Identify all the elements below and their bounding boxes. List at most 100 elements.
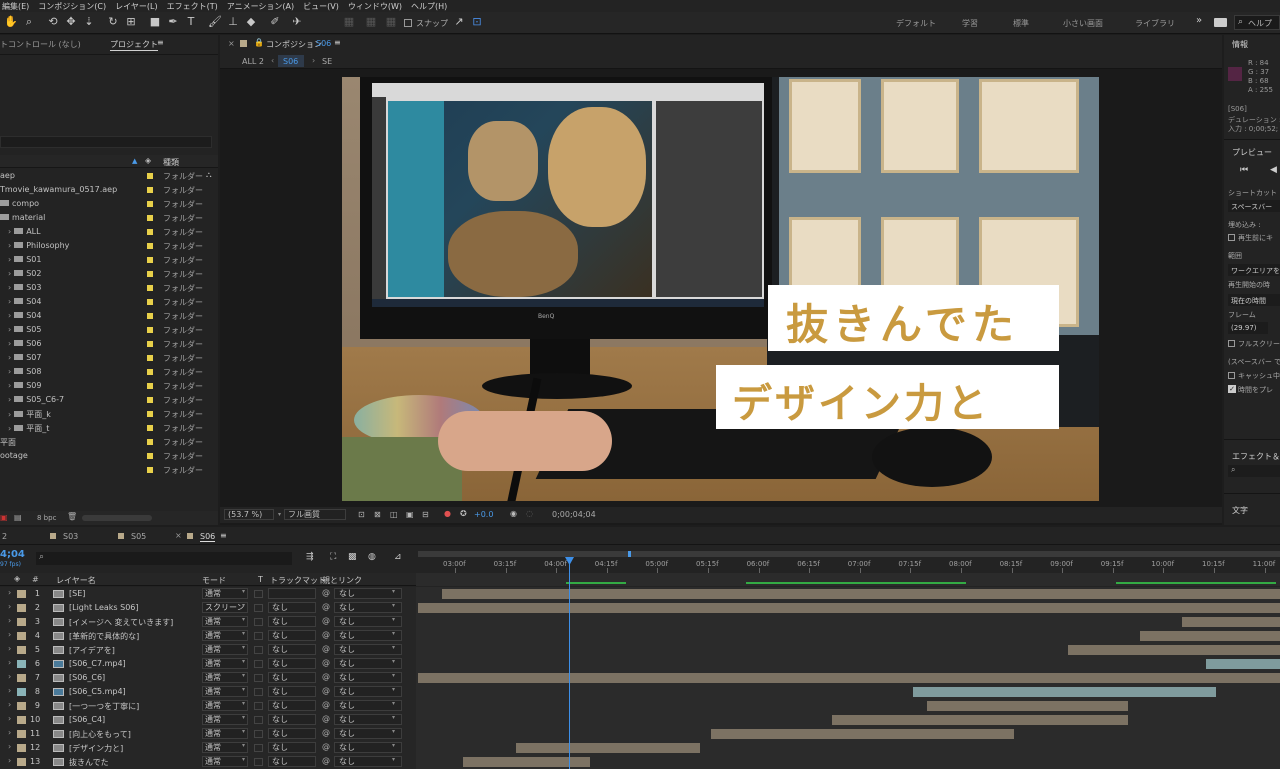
- layer-name[interactable]: [一つ一つを丁寧に]: [69, 701, 139, 712]
- pickwhip-icon[interactable]: @: [322, 742, 330, 751]
- project-item[interactable]: ootage フォルダー: [0, 449, 217, 463]
- menu-item-2[interactable]: レイヤー(L): [115, 1, 157, 12]
- pickwhip-icon[interactable]: @: [322, 630, 330, 639]
- color-management-icon[interactable]: ✪: [460, 509, 467, 518]
- layer-name[interactable]: [S06_C4]: [69, 715, 105, 724]
- layer-name[interactable]: [S06_C7.mp4]: [69, 659, 126, 668]
- label-color-swatch[interactable]: [147, 299, 153, 305]
- pickwhip-icon[interactable]: @: [322, 700, 330, 709]
- lock-icon[interactable]: 🔒: [254, 38, 264, 47]
- layer-duration-bar[interactable]: [418, 603, 1280, 613]
- shy-icon[interactable]: ▩: [348, 552, 357, 562]
- preserve-transparency-box[interactable]: [254, 730, 263, 738]
- pickwhip-icon[interactable]: @: [322, 602, 330, 611]
- expand-arrow-icon[interactable]: ›: [8, 630, 11, 639]
- layer-row[interactable]: › 8 [S06_C5.mp4] 通常 ▾ なし @ なし ▾: [0, 685, 1280, 699]
- label-color-swatch[interactable]: [147, 453, 153, 459]
- project-item[interactable]: › S04 フォルダー: [0, 295, 217, 309]
- track-matte-dropdown[interactable]: なし: [268, 672, 316, 683]
- t-header[interactable]: T: [258, 575, 263, 584]
- brush-icon[interactable]: 🖌: [208, 15, 222, 29]
- expand-arrow-icon[interactable]: ›: [8, 756, 11, 765]
- track-matte-dropdown[interactable]: なし: [268, 616, 316, 627]
- label-color-swatch[interactable]: [147, 243, 153, 249]
- layer-duration-bar[interactable]: [1182, 617, 1280, 627]
- layer-name[interactable]: [アイデアを]: [69, 645, 115, 656]
- tab-project[interactable]: プロジェクト: [110, 39, 158, 51]
- layer-name-header[interactable]: レイヤー名: [56, 575, 96, 586]
- more-workspaces-icon[interactable]: »: [1196, 15, 1202, 26]
- workspace-standard[interactable]: 標準: [1013, 18, 1029, 29]
- timeline-menu-icon[interactable]: ≡: [220, 531, 227, 540]
- show-snapshot-icon[interactable]: ◌: [526, 509, 533, 518]
- color-channels-icon[interactable]: ●: [444, 509, 451, 518]
- eraser-icon[interactable]: ◆: [244, 15, 258, 29]
- layer-duration-bar[interactable]: [711, 729, 1014, 739]
- chevron-down-icon[interactable]: ▾: [242, 742, 245, 749]
- expand-arrow-icon[interactable]: ›: [8, 255, 11, 264]
- move-icon[interactable]: ✥: [64, 15, 78, 29]
- label-color-swatch[interactable]: [147, 369, 153, 375]
- chevron-down-icon[interactable]: ▾: [392, 700, 395, 707]
- track-matte-dropdown[interactable]: なし: [268, 630, 316, 641]
- type-icon[interactable]: T: [184, 15, 198, 29]
- range-dropdown[interactable]: ワークエリアを: [1228, 264, 1280, 276]
- camera-snapshot-icon[interactable]: ◉: [510, 509, 517, 518]
- expand-arrow-icon[interactable]: ›: [8, 742, 11, 751]
- preserve-transparency-box[interactable]: [254, 590, 263, 598]
- chevron-down-icon[interactable]: ▾: [242, 756, 245, 763]
- frame-blend-icon[interactable]: ◍: [368, 552, 376, 562]
- layer-name[interactable]: [S06_C5.mp4]: [69, 687, 126, 696]
- workspace-default[interactable]: デフォルト: [896, 18, 936, 29]
- first-frame-icon[interactable]: ⏮: [1240, 165, 1248, 175]
- expand-arrow-icon[interactable]: ›: [8, 410, 11, 419]
- track-matte-header[interactable]: トラックマット: [270, 575, 326, 586]
- layer-name[interactable]: [Light Leaks S06]: [69, 603, 139, 612]
- workspace-menu-icon[interactable]: [1214, 18, 1227, 27]
- guides-icon[interactable]: ⊟: [422, 510, 429, 519]
- cache-checkbox[interactable]: [1228, 372, 1235, 379]
- timeline-tab-s06[interactable]: S06: [200, 532, 216, 542]
- info-panel-title[interactable]: 情報: [1232, 39, 1248, 50]
- layer-name[interactable]: [向上心をもって]: [69, 729, 131, 740]
- frame-rate-dropdown[interactable]: (29.97): [1228, 322, 1268, 334]
- label-color-swatch[interactable]: [147, 285, 153, 291]
- close-tab-icon[interactable]: ×: [175, 531, 182, 540]
- label-color-swatch[interactable]: [147, 173, 153, 179]
- preserve-transparency-box[interactable]: [254, 604, 263, 612]
- layer-duration-bar[interactable]: [1140, 631, 1280, 641]
- expand-arrow-icon[interactable]: ›: [8, 424, 11, 433]
- layer-label-color[interactable]: [17, 730, 26, 738]
- label-color-swatch[interactable]: [147, 201, 153, 207]
- label-color-swatch[interactable]: [147, 271, 153, 277]
- timeline-tab-2[interactable]: 2: [2, 532, 7, 541]
- safe-area-icon[interactable]: ▣: [406, 510, 414, 519]
- layer-name[interactable]: [S06_C6]: [69, 673, 105, 682]
- layer-row[interactable]: › 2 [Light Leaks S06] スクリーン ▾ なし @ なし ▾: [0, 601, 1280, 615]
- help-search-field[interactable]: ⌕ ヘルプ: [1234, 15, 1280, 30]
- comp-timecode[interactable]: 0;00;04;04: [552, 510, 596, 519]
- expand-arrow-icon[interactable]: ›: [8, 644, 11, 653]
- clone-stamp-icon[interactable]: ⊥: [226, 15, 240, 29]
- label-tag-icon[interactable]: ◈: [145, 156, 151, 165]
- track-matte-dropdown[interactable]: なし: [268, 602, 316, 613]
- label-color-swatch[interactable]: [147, 341, 153, 347]
- menu-item-1[interactable]: コンポジション(C): [38, 1, 106, 12]
- chevron-down-icon[interactable]: ▾: [242, 672, 245, 679]
- workspace-learn[interactable]: 学習: [962, 18, 978, 29]
- workspace-libraries[interactable]: ライブラリ: [1135, 18, 1175, 29]
- effects-panel-title[interactable]: エフェクト＆プ: [1232, 451, 1280, 462]
- expand-arrow-icon[interactable]: ›: [8, 283, 11, 292]
- project-item[interactable]: › S05_C6-7 フォルダー: [0, 393, 217, 407]
- layer-row[interactable]: › 13 抜きんでた 通常 ▾ なし @ なし ▾: [0, 755, 1280, 769]
- layer-row[interactable]: › 9 [一つ一つを丁寧に] 通常 ▾ なし @ なし ▾: [0, 699, 1280, 713]
- layer-label-color[interactable]: [17, 604, 26, 612]
- project-item[interactable]: 平面 フォルダー: [0, 435, 217, 449]
- layer-duration-bar[interactable]: [832, 715, 1128, 725]
- timeline-tab-s03[interactable]: S03: [63, 532, 78, 541]
- label-column-icon[interactable]: ◈: [14, 574, 20, 583]
- layer-duration-bar[interactable]: [1068, 645, 1280, 655]
- project-item[interactable]: › Philosophy フォルダー: [0, 239, 217, 253]
- project-item[interactable]: Tmovie_kawamura_0517.aep フォルダー: [0, 183, 217, 197]
- menu-item-0[interactable]: 編集(E): [2, 1, 29, 12]
